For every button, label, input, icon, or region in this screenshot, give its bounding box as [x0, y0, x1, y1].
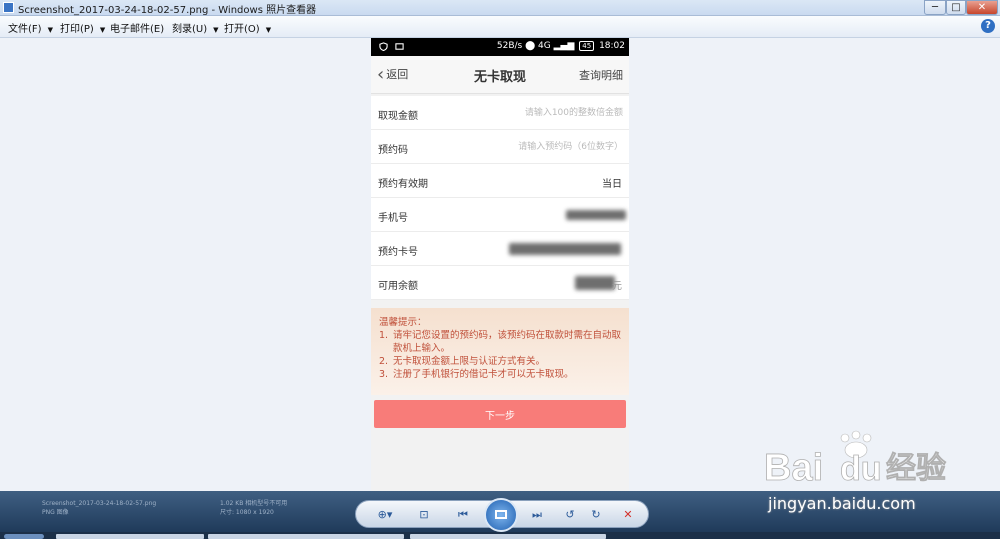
file-type: PNG 图像 [42, 509, 69, 516]
tip-text: 请牢记您设置的预约码，该预约码在取款时需在自动取款机上输入。 [393, 330, 622, 354]
start-orb-icon[interactable] [4, 534, 44, 539]
amount-label: 取现金额 [378, 111, 418, 122]
file-size: 1.02 KB 相机型号不可用 [220, 500, 288, 507]
delete-icon[interactable]: ✕ [620, 507, 636, 523]
window-title: Screenshot_2017-03-24-18-02-57.png - Win… [18, 5, 317, 16]
menu-email-label: 电子邮件(E) [110, 24, 165, 35]
dropdown-arrow-icon: ▼ [265, 26, 272, 34]
network-type: 4G [538, 41, 551, 51]
watermark-url: jingyan.baidu.com [768, 494, 916, 513]
status-right: 52B/s ⬤ 4G ▂▄▆ 45 18:02 [497, 41, 625, 51]
watermark-logo-cn: 经验 [886, 451, 946, 486]
shield-icon [379, 42, 388, 51]
watermark-logo-du: du [840, 450, 882, 488]
tip-text: 注册了手机银行的借记卡才可以无卡取现。 [393, 369, 574, 380]
menu-print-label: 打印(P) [60, 24, 94, 35]
file-info-right: 1.02 KB 相机型号不可用 尺寸: 1080 x 1920 [220, 499, 287, 517]
menu-email[interactable]: 电子邮件(E) [110, 20, 164, 35]
phone-label: 手机号 [378, 213, 408, 224]
validity-row: 预约有效期 当日 [371, 164, 629, 198]
balance-suffix: 元 [612, 281, 622, 292]
balance-label: 可用余额 [378, 281, 418, 292]
watermark-logo-text: Bai [764, 447, 823, 488]
battery-icon: 45 [579, 41, 595, 51]
code-label: 预约码 [378, 145, 408, 156]
tip-number: 1. [379, 330, 389, 341]
menu-file[interactable]: 文件(F) ▼ [8, 20, 53, 35]
validity-value: 当日 [602, 179, 622, 190]
rotate-left-icon[interactable]: ↺ [562, 507, 578, 523]
phone-row: 手机号 [371, 198, 629, 232]
tip-item: 2. 无卡取现金额上限与认证方式有关。 [379, 355, 621, 368]
tip-number: 3. [379, 369, 389, 380]
validity-label: 预约有效期 [378, 179, 428, 190]
menu-open-label: 打开(O) [224, 24, 260, 35]
previous-icon[interactable]: ⏮ [452, 507, 474, 523]
amount-row: 取现金额 [371, 96, 629, 130]
menu-print[interactable]: 打印(P) ▼ [60, 20, 105, 35]
close-button[interactable]: ✕ [966, 0, 998, 15]
fit-window-icon[interactable]: ⊡ [414, 507, 434, 523]
location-icon: ⬤ [525, 41, 539, 51]
tip-text: 无卡取现金额上限与认证方式有关。 [393, 356, 546, 367]
file-info: Screenshot_2017-03-24-18-02-57.png PNG 图… [42, 499, 156, 517]
menu-file-label: 文件(F) [8, 24, 42, 35]
dropdown-arrow-icon: ▼ [47, 26, 53, 34]
phone-masked-value [566, 210, 626, 220]
help-icon[interactable]: ? [981, 19, 995, 33]
balance-row: 可用余额 元 [371, 266, 629, 300]
tips-title: 温馨提示： [379, 317, 427, 328]
viewer-controls: ⊕▾ ⊡ ⏮ ⏭ ↺ ↻ ✕ [355, 498, 649, 532]
amount-input[interactable] [483, 103, 623, 123]
taskbar-button[interactable] [208, 534, 404, 539]
image-icon [395, 43, 404, 50]
phone-screenshot: 52B/s ⬤ 4G ▂▄▆ 45 18:02 ‹ 返回 无卡取现 查询明细 取现… [371, 38, 629, 491]
menu-burn[interactable]: 刻录(U) ▼ [172, 20, 219, 35]
balance-masked-value [575, 276, 615, 290]
card-masked-value[interactable] [509, 243, 621, 255]
code-input[interactable] [483, 137, 623, 157]
menu-burn-label: 刻录(U) [172, 24, 208, 35]
slideshow-button[interactable] [484, 498, 518, 532]
next-icon[interactable]: ⏭ [526, 507, 548, 523]
code-row: 预约码 [371, 130, 629, 164]
zoom-icon[interactable]: ⊕▾ [372, 507, 398, 523]
slideshow-icon [495, 510, 507, 519]
signal-icon: ▂▄▆ [553, 41, 575, 51]
dropdown-arrow-icon: ▼ [213, 26, 219, 34]
phone-status-bar: 52B/s ⬤ 4G ▂▄▆ 45 18:02 [371, 38, 629, 56]
baidu-jingyan-logo: Bai du 经验 [764, 430, 946, 488]
windows-taskbar [0, 532, 1000, 539]
withdraw-form: 取现金额 预约码 预约有效期 当日 手机号 预约卡号 可用余额 元 [371, 96, 629, 300]
tip-item: 1. 请牢记您设置的预约码，该预约码在取款时需在自动取款机上输入。 [379, 329, 621, 355]
app-header: ‹ 返回 无卡取现 查询明细 [371, 56, 629, 94]
card-row: 预约卡号 [371, 232, 629, 266]
window-titlebar: Screenshot_2017-03-24-18-02-57.png - Win… [0, 0, 1000, 16]
photo-viewer-icon [3, 2, 14, 13]
card-label: 预约卡号 [378, 247, 418, 258]
taskbar-button[interactable] [56, 534, 204, 539]
minimize-button[interactable]: ─ [924, 0, 946, 15]
status-time: 18:02 [599, 41, 625, 51]
tip-item: 3. 注册了手机银行的借记卡才可以无卡取现。 [379, 368, 621, 381]
query-details-link[interactable]: 查询明细 [579, 67, 623, 83]
tips-panel: 温馨提示： 1. 请牢记您设置的预约码，该预约码在取款时需在自动取款机上输入。 2… [371, 308, 629, 395]
menu-bar: 文件(F) ▼ 打印(P) ▼ 电子邮件(E) 刻录(U) ▼ 打开(O) ▼ ? [0, 16, 1000, 38]
taskbar-button[interactable] [410, 534, 606, 539]
file-dimensions: 尺寸: 1080 x 1920 [220, 509, 274, 516]
network-speed: 52B/s [496, 41, 523, 51]
menu-open[interactable]: 打开(O) ▼ [224, 20, 271, 35]
rotate-right-icon[interactable]: ↻ [588, 507, 604, 523]
maximize-button[interactable]: □ [946, 0, 966, 15]
dropdown-arrow-icon: ▼ [99, 26, 106, 34]
file-name: Screenshot_2017-03-24-18-02-57.png [42, 500, 157, 507]
next-step-button[interactable]: 下一步 [374, 400, 626, 428]
tip-number: 2. [379, 356, 389, 367]
